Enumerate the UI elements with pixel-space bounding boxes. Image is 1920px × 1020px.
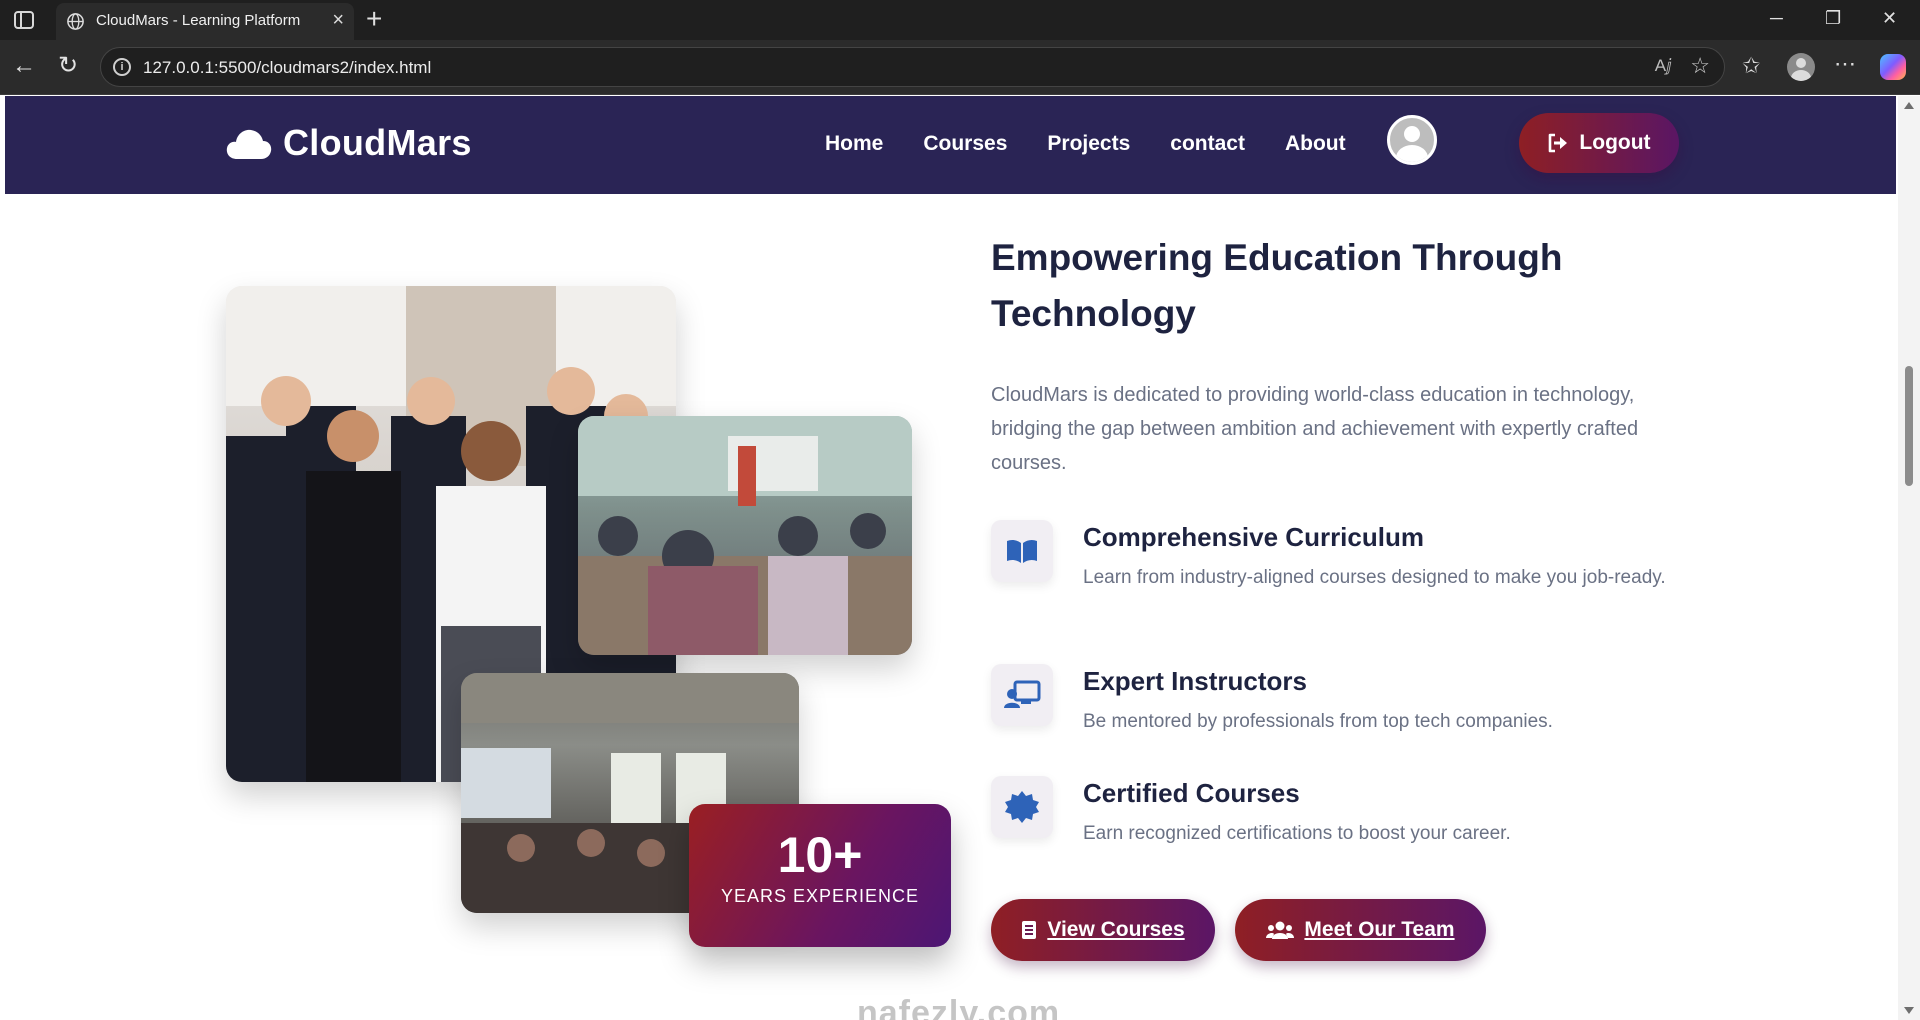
users-icon bbox=[1266, 921, 1295, 939]
meet-team-button[interactable]: Meet Our Team bbox=[1235, 899, 1486, 961]
read-aloud-icon[interactable]: Aⅉ bbox=[1655, 56, 1672, 76]
page-viewport: CloudMars Home Courses Projects contact … bbox=[5, 96, 1896, 1020]
nav-link-courses[interactable]: Courses bbox=[923, 132, 1007, 156]
experience-label: YEARS EXPERIENCE bbox=[720, 886, 920, 906]
site-navbar: CloudMars Home Courses Projects contact … bbox=[5, 96, 1896, 194]
tab-actions-icon[interactable] bbox=[14, 11, 34, 29]
view-courses-label: View Courses bbox=[1047, 918, 1185, 941]
tab-close-icon[interactable]: × bbox=[332, 10, 344, 30]
favorites-icon[interactable]: ✩ bbox=[1742, 53, 1760, 79]
meet-team-label: Meet Our Team bbox=[1304, 918, 1455, 941]
back-icon[interactable]: ← bbox=[12, 53, 36, 79]
browser-tab[interactable]: CloudMars - Learning Platform × bbox=[56, 3, 354, 40]
tab-title: CloudMars - Learning Platform bbox=[96, 12, 301, 29]
minimize-icon[interactable]: ─ bbox=[1770, 8, 1783, 29]
scroll-thumb[interactable] bbox=[1905, 366, 1913, 486]
section-heading: Empowering Education Through Technology bbox=[991, 237, 1563, 334]
cloud-icon bbox=[226, 129, 272, 159]
profile-icon[interactable] bbox=[1787, 53, 1815, 81]
close-window-icon[interactable]: ✕ bbox=[1882, 8, 1897, 29]
copilot-icon[interactable] bbox=[1880, 54, 1906, 80]
site-info-icon[interactable]: i bbox=[113, 58, 131, 76]
experience-number: 10+ bbox=[777, 827, 863, 883]
feature-description: Be mentored by professionals from top te… bbox=[1083, 711, 1553, 732]
address-bar: ← ↻ i 127.0.0.1:5500/cloudmars2/index.ht… bbox=[0, 40, 1920, 95]
brand-name: CloudMars bbox=[283, 122, 472, 163]
nav-link-contact[interactable]: contact bbox=[1170, 132, 1245, 156]
new-tab-button[interactable]: + bbox=[366, 4, 382, 34]
nav-link-about[interactable]: About bbox=[1285, 132, 1346, 156]
chalkboard-teacher-icon bbox=[991, 664, 1053, 726]
nav-link-home[interactable]: Home bbox=[825, 132, 883, 156]
logout-button[interactable]: Logout bbox=[1519, 113, 1679, 173]
section-intro: CloudMars is dedicated to providing worl… bbox=[991, 384, 1639, 474]
feature-title: Expert Instructors bbox=[1083, 666, 1307, 696]
restore-icon[interactable]: ❐ bbox=[1825, 8, 1841, 29]
scroll-up-icon[interactable] bbox=[1904, 102, 1914, 109]
page-scrollbar[interactable] bbox=[1898, 96, 1920, 1020]
view-courses-button[interactable]: View Courses bbox=[991, 899, 1215, 961]
book-open-icon bbox=[991, 520, 1053, 582]
watermark-text: nafezly.com bbox=[857, 994, 1061, 1020]
browser-tab-bar: CloudMars - Learning Platform × + ─ ❐ ✕ bbox=[0, 0, 1920, 40]
more-options-icon[interactable]: ⋯ bbox=[1834, 51, 1856, 77]
feature-description: Earn recognized certifications to boost … bbox=[1083, 823, 1511, 844]
nav-link-projects[interactable]: Projects bbox=[1047, 132, 1130, 156]
sign-out-icon bbox=[1549, 133, 1568, 153]
experience-badge: 10+ YEARS EXPERIENCE bbox=[689, 804, 951, 947]
main-menu: Home Courses Projects contact About bbox=[825, 132, 1346, 156]
brand-logo[interactable]: CloudMars bbox=[225, 122, 472, 164]
url-field[interactable]: i 127.0.0.1:5500/cloudmars2/index.html A… bbox=[100, 47, 1725, 87]
refresh-icon[interactable]: ↻ bbox=[58, 53, 78, 79]
globe-icon bbox=[67, 13, 84, 30]
list-icon bbox=[1022, 921, 1037, 939]
user-avatar[interactable] bbox=[1387, 115, 1437, 165]
logout-label: Logout bbox=[1579, 131, 1651, 154]
favorite-star-icon[interactable]: ☆ bbox=[1690, 53, 1710, 79]
certificate-icon bbox=[991, 776, 1053, 838]
scroll-down-icon[interactable] bbox=[1904, 1007, 1914, 1014]
classroom-photo-illustration bbox=[578, 416, 912, 655]
feature-description: Learn from industry-aligned courses desi… bbox=[1083, 567, 1666, 588]
feature-title: Certified Courses bbox=[1083, 778, 1300, 808]
url-text[interactable]: 127.0.0.1:5500/cloudmars2/index.html bbox=[143, 58, 431, 78]
feature-title: Comprehensive Curriculum bbox=[1083, 522, 1424, 552]
classroom-photo bbox=[578, 416, 912, 655]
